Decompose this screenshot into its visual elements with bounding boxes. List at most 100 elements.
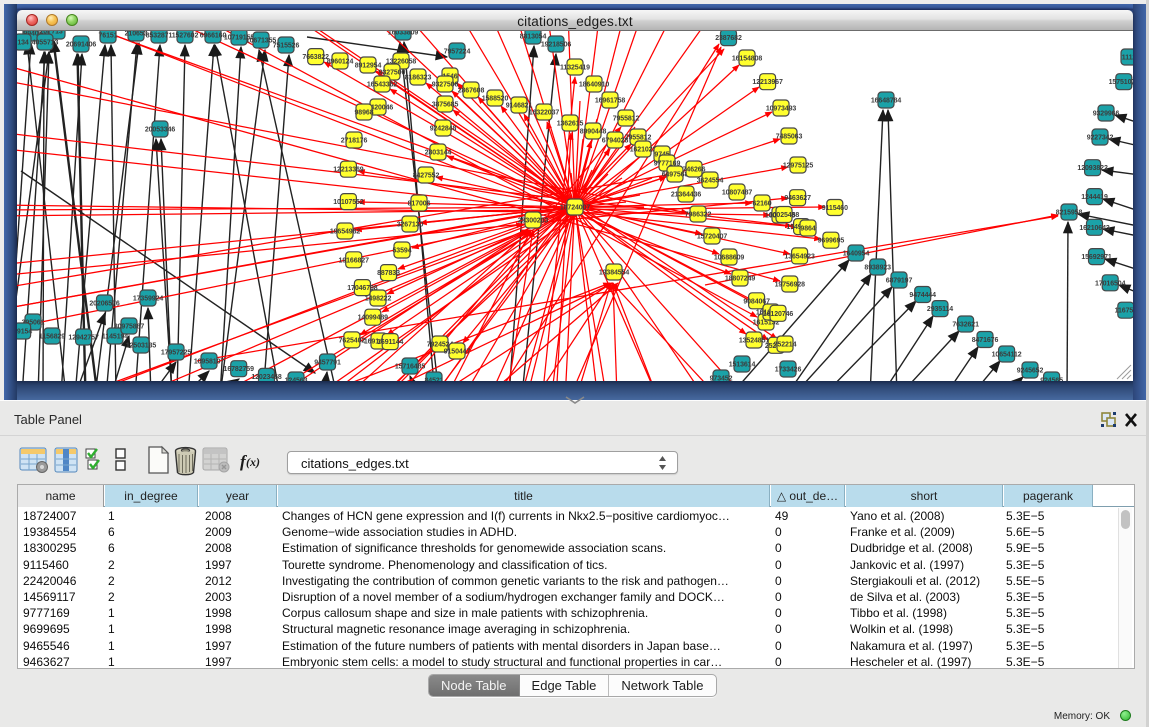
svg-text:1156829: 1156829 [39,334,65,341]
svg-text:9864: 9864 [800,226,815,233]
svg-text:924565: 924565 [1040,378,1063,382]
svg-text:7485063: 7485063 [776,134,803,141]
svg-text:16322037: 16322037 [529,110,560,117]
svg-text:817006: 817006 [408,201,431,208]
svg-text:16033809: 16033809 [388,31,419,37]
svg-text:1691144: 1691144 [377,339,403,346]
svg-text:1498222: 1498222 [365,296,392,303]
svg-text:18640910: 18640910 [579,82,610,89]
svg-text:887833: 887833 [377,270,400,277]
svg-text:2867608: 2867608 [458,88,485,95]
svg-text:1527602: 1527602 [172,33,199,40]
svg-text:1244419: 1244419 [1081,194,1108,201]
svg-text:8532871: 8532871 [146,33,173,40]
svg-text:18807249: 18807249 [725,276,756,283]
svg-text:1640954: 1640954 [843,251,870,258]
svg-text:1513614: 1513614 [729,362,756,369]
svg-text:9327508: 9327508 [432,82,459,89]
svg-text:252214: 252214 [774,342,797,349]
svg-text:2387682: 2387682 [715,35,742,42]
svg-text:16120746: 16120746 [763,311,794,318]
svg-text:18724007: 18724007 [560,205,591,212]
svg-text:76151: 76151 [99,33,118,40]
svg-text:1733426: 1733426 [775,367,802,374]
svg-text:124563: 124563 [285,378,308,382]
svg-text:10025458: 10025458 [769,212,800,219]
svg-text:11325419: 11325419 [560,65,590,72]
svg-text:2935114: 2935114 [927,306,953,313]
svg-text:9115460: 9115460 [822,205,848,212]
svg-text:15720407: 15720407 [697,234,728,241]
svg-text:10688609: 10688609 [714,255,745,262]
svg-text:39154: 39154 [17,329,32,336]
svg-text:7955812: 7955812 [613,116,640,123]
svg-text:2718176: 2718176 [341,138,368,145]
svg-text:8938923: 8938923 [864,265,891,272]
svg-text:9150447: 9150447 [444,349,471,356]
svg-text:12023468: 12023468 [251,374,282,381]
svg-text:15692971: 15692971 [1081,254,1112,261]
svg-text:16648784: 16648784 [871,98,902,105]
svg-text:116753: 116753 [1115,308,1133,315]
svg-text:19654982: 19654982 [330,229,361,236]
svg-text:29300203: 29300203 [518,218,549,225]
svg-text:4055713: 4055713 [32,40,59,47]
svg-text:9463627: 9463627 [784,195,811,202]
svg-text:7632621: 7632621 [952,322,979,329]
svg-text:8960124: 8960124 [327,59,354,66]
svg-text:20206576: 20206576 [89,301,120,308]
svg-text:7625402: 7625402 [339,337,366,344]
svg-text:9329966: 9329966 [1093,111,1120,118]
svg-text:20691406: 20691406 [66,42,97,49]
svg-text:134: 134 [17,40,29,47]
svg-text:12213967: 12213967 [752,79,783,86]
svg-text:10807487: 10807487 [722,190,753,197]
svg-text:17359924: 17359924 [133,296,164,303]
svg-text:8427552: 8427552 [413,173,440,180]
svg-text:3624554: 3624554 [697,178,724,185]
svg-text:10973493: 10973493 [766,106,797,113]
svg-text:12975125: 12975125 [783,163,814,170]
svg-text:9457791: 9457791 [314,360,341,367]
svg-text:14099489: 14099489 [358,315,389,322]
svg-text:1588520: 1588520 [482,96,509,103]
svg-text:10958107: 10958107 [194,359,225,366]
svg-text:8186323: 8186323 [405,75,432,82]
svg-text:210653: 210653 [125,31,148,38]
svg-text:53594: 53594 [393,248,412,255]
svg-text:7986322: 7986322 [685,212,712,219]
svg-text:7663822: 7663822 [302,54,329,61]
svg-text:20053346: 20053346 [145,127,176,134]
svg-text:1621022: 1621022 [630,147,657,154]
svg-text:16782759: 16782759 [224,366,255,373]
svg-text:8215958: 8215958 [1056,210,1083,217]
svg-text:2803144: 2803144 [425,150,452,157]
svg-text:746266: 746266 [683,167,706,174]
svg-text:17957225: 17957225 [161,350,192,357]
svg-text:9227342: 9227342 [1087,135,1114,142]
svg-text:98968: 98968 [355,110,374,117]
svg-text:9242848: 9242848 [430,126,457,133]
svg-text:21364436: 21364436 [671,192,702,199]
svg-text:16543362: 16543362 [367,82,398,89]
svg-text:8471676: 8471676 [972,337,999,344]
svg-text:30975887: 30975887 [114,324,145,331]
svg-text:12213369: 12213369 [333,167,364,174]
svg-text:9474444: 9474444 [909,292,936,299]
svg-text:17016504: 17016504 [1095,280,1126,287]
svg-text:15751074: 15751074 [1109,79,1133,86]
svg-text:8813054: 8813054 [520,34,547,41]
svg-text:6966160: 6966160 [200,33,227,40]
svg-text:9699695: 9699695 [818,238,845,245]
svg-text:16210643: 16210643 [1079,225,1110,232]
svg-text:713: 713 [51,31,63,36]
svg-text:(x): (x) [246,455,260,469]
svg-text:13654923: 13654923 [784,253,815,260]
svg-text:9245652: 9245652 [1017,368,1044,375]
svg-text:84521: 84521 [425,378,444,382]
svg-text:7957224: 7957224 [444,49,471,56]
svg-text:15716485: 15716485 [395,364,426,371]
svg-text:12942757: 12942757 [68,335,99,342]
svg-text:8990448: 8990448 [580,129,607,136]
svg-text:62160: 62160 [753,201,772,208]
